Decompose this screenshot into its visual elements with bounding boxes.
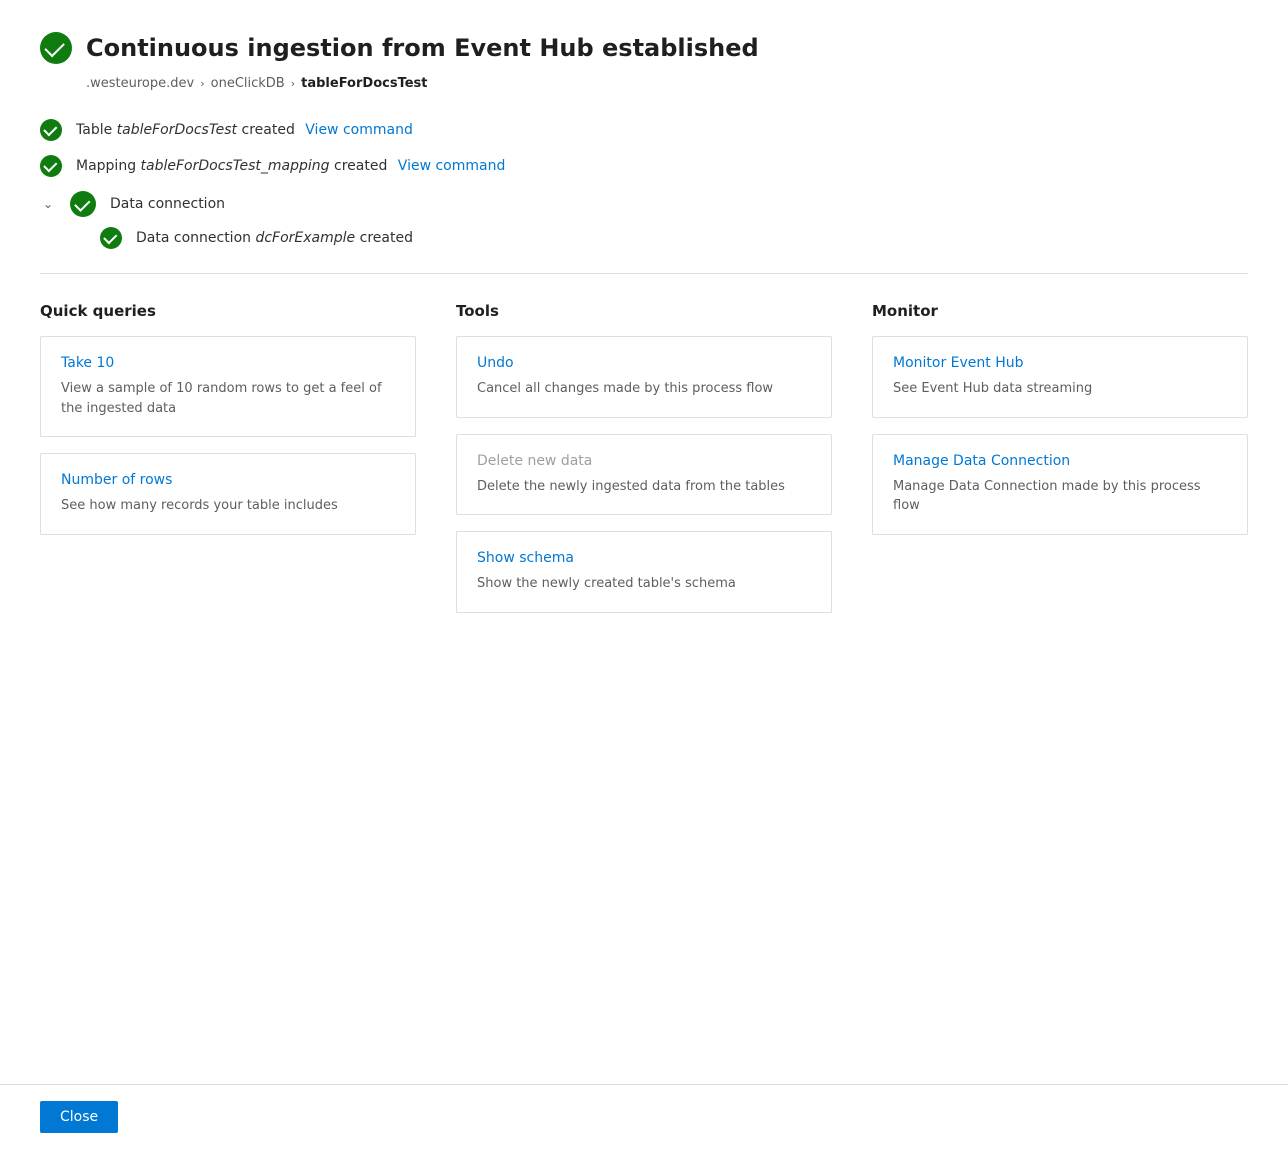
card-show-schema-desc: Show the newly created table's schema xyxy=(477,574,811,594)
step-data-connection-icon xyxy=(70,191,96,217)
step-table-icon xyxy=(40,119,62,141)
card-undo[interactable]: Undo Cancel all changes made by this pro… xyxy=(456,336,832,418)
card-monitor-event-hub[interactable]: Monitor Event Hub See Event Hub data str… xyxy=(872,336,1248,418)
tools-section: Tools Undo Cancel all changes made by th… xyxy=(456,302,832,613)
tools-cards: Undo Cancel all changes made by this pro… xyxy=(456,336,832,613)
quick-queries-cards: Take 10 View a sample of 10 random rows … xyxy=(40,336,416,535)
card-manage-data-connection[interactable]: Manage Data Connection Manage Data Conne… xyxy=(872,434,1248,535)
monitor-section: Monitor Monitor Event Hub See Event Hub … xyxy=(872,302,1248,613)
card-manage-data-connection-title: Manage Data Connection xyxy=(893,453,1227,469)
tools-title: Tools xyxy=(456,302,832,320)
breadcrumb-separator-1: › xyxy=(291,77,295,90)
card-delete-new-data: Delete new data Delete the newly ingeste… xyxy=(456,434,832,516)
data-connection-chevron[interactable]: ⌄ xyxy=(40,196,56,212)
section-divider xyxy=(40,273,1248,274)
breadcrumb-item-2: tableForDocsTest xyxy=(301,76,427,91)
quick-queries-title: Quick queries xyxy=(40,302,416,320)
steps-section: Table tableForDocsTest created View comm… xyxy=(40,119,1248,249)
header-success-icon xyxy=(40,32,72,64)
monitor-cards: Monitor Event Hub See Event Hub data str… xyxy=(872,336,1248,535)
step-data-connection-label: Data connection xyxy=(110,196,225,212)
step-mapping: Mapping tableForDocsTest_mapping created… xyxy=(40,155,1248,177)
step-table-view-command[interactable]: View command xyxy=(305,122,413,138)
card-number-of-rows-desc: See how many records your table includes xyxy=(61,496,395,516)
step-mapping-italic: tableForDocsTest_mapping xyxy=(141,158,330,174)
step-dc-italic: dcForExample xyxy=(255,230,355,246)
step-mapping-text: Mapping tableForDocsTest_mapping created… xyxy=(76,158,505,174)
page-header: Continuous ingestion from Event Hub esta… xyxy=(40,32,1248,64)
step-data-connection-child-text: Data connection dcForExample created xyxy=(136,230,413,246)
quick-queries-section: Quick queries Take 10 View a sample of 1… xyxy=(40,302,416,613)
sections-grid: Quick queries Take 10 View a sample of 1… xyxy=(40,302,1248,613)
card-take10-desc: View a sample of 10 random rows to get a… xyxy=(61,379,395,418)
page-container: Continuous ingestion from Event Hub esta… xyxy=(0,0,1288,1149)
card-delete-new-data-title: Delete new data xyxy=(477,453,811,469)
close-button[interactable]: Close xyxy=(40,1101,118,1133)
card-delete-new-data-desc: Delete the newly ingested data from the … xyxy=(477,477,811,497)
page-title: Continuous ingestion from Event Hub esta… xyxy=(86,34,759,62)
step-mapping-icon xyxy=(40,155,62,177)
card-monitor-event-hub-desc: See Event Hub data streaming xyxy=(893,379,1227,399)
breadcrumb-separator-0: › xyxy=(200,77,204,90)
card-show-schema[interactable]: Show schema Show the newly created table… xyxy=(456,531,832,613)
step-data-connection-child-icon xyxy=(100,227,122,249)
main-content: Continuous ingestion from Event Hub esta… xyxy=(0,0,1288,1084)
card-take10[interactable]: Take 10 View a sample of 10 random rows … xyxy=(40,336,416,437)
step-data-connection-child: Data connection dcForExample created xyxy=(100,227,1248,249)
card-undo-desc: Cancel all changes made by this process … xyxy=(477,379,811,399)
footer: Close xyxy=(0,1084,1288,1149)
card-show-schema-title: Show schema xyxy=(477,550,811,566)
card-manage-data-connection-desc: Manage Data Connection made by this proc… xyxy=(893,477,1227,516)
step-mapping-view-command[interactable]: View command xyxy=(398,158,506,174)
step-table: Table tableForDocsTest created View comm… xyxy=(40,119,1248,141)
card-undo-title: Undo xyxy=(477,355,811,371)
step-table-italic: tableForDocsTest xyxy=(117,122,237,138)
card-number-of-rows[interactable]: Number of rows See how many records your… xyxy=(40,453,416,535)
breadcrumb-item-1[interactable]: oneClickDB xyxy=(211,76,285,91)
breadcrumb: .westeurope.dev › oneClickDB › tableForD… xyxy=(86,76,1248,91)
step-data-connection: ⌄ Data connection xyxy=(40,191,1248,217)
card-monitor-event-hub-title: Monitor Event Hub xyxy=(893,355,1227,371)
monitor-title: Monitor xyxy=(872,302,1248,320)
breadcrumb-item-0[interactable]: .westeurope.dev xyxy=(86,76,194,91)
step-table-text: Table tableForDocsTest created View comm… xyxy=(76,122,413,138)
card-take10-title: Take 10 xyxy=(61,355,395,371)
card-number-of-rows-title: Number of rows xyxy=(61,472,395,488)
